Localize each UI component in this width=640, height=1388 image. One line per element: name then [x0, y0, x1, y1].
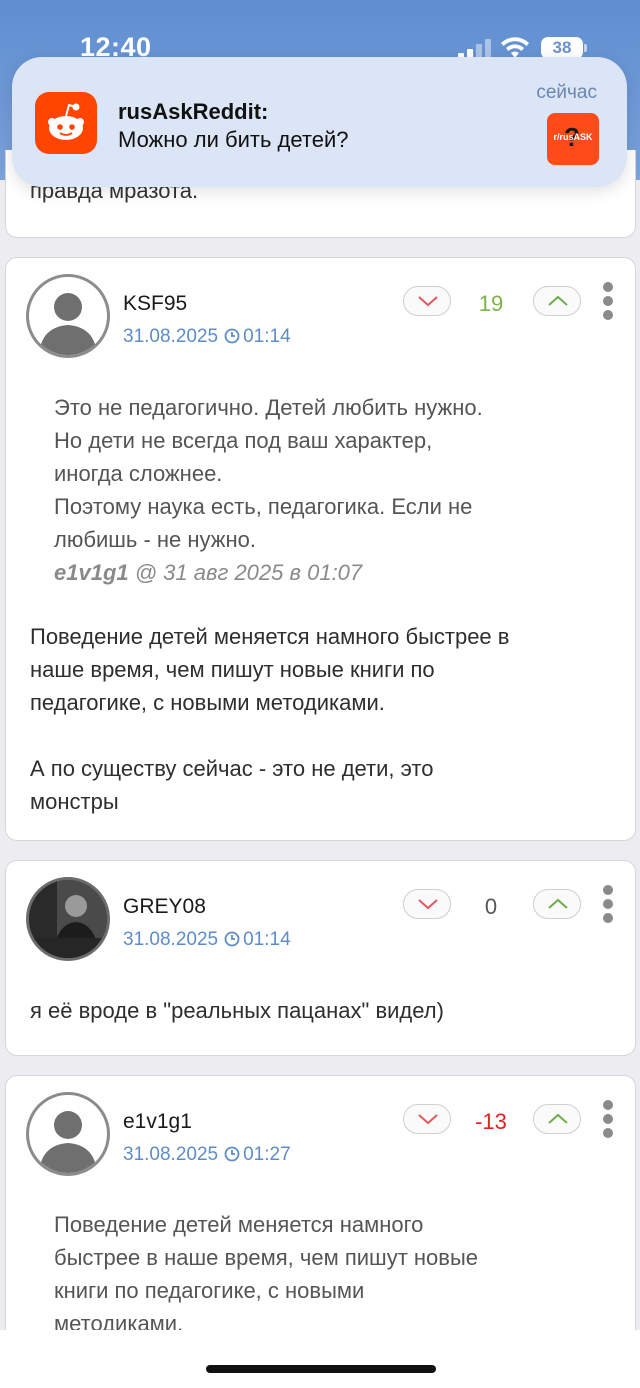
- chevron-up-icon: [548, 1113, 568, 1124]
- upvote-button[interactable]: [533, 889, 581, 919]
- quoted-comment: Это не педагогично. Детей любить нужно. …: [54, 391, 614, 589]
- comment-username[interactable]: GREY08: [123, 895, 206, 919]
- notification-time: сейчас: [536, 82, 597, 103]
- subreddit-thumbnail-label: r/rusASK: [553, 132, 593, 142]
- comment-timestamp[interactable]: 31.08.2025 01:27: [123, 1144, 291, 1166]
- vote-score: 0: [484, 894, 498, 919]
- upvote-button[interactable]: [533, 1104, 581, 1134]
- comment-date: 31.08.2025: [123, 1144, 219, 1165]
- comment-username[interactable]: e1v1g1: [123, 1110, 192, 1134]
- comment-text-line: наше время, чем пишут новые книги по: [30, 657, 435, 682]
- battery-indicator: 38: [541, 37, 583, 59]
- comment-text-line: [30, 719, 620, 752]
- comment-body: Поведение детей меняется намного быстрее…: [30, 620, 620, 818]
- notification-app-name: rusAskReddit:: [118, 99, 269, 124]
- quote-line: Но дети не всегда под ваш характер,: [54, 428, 433, 453]
- comment-time: 01:14: [243, 326, 291, 347]
- comment-timestamp[interactable]: 31.08.2025 01:14: [123, 326, 291, 348]
- quote-line: книги по педагогике, с новыми: [54, 1278, 365, 1303]
- comment-card: GREY08 31.08.2025 01:14 0 я её вроде в "р…: [5, 860, 636, 1056]
- downvote-button[interactable]: [403, 1104, 451, 1134]
- subreddit-thumbnail: ? r/rusASK: [547, 113, 599, 165]
- push-notification[interactable]: rusAskReddit: Можно ли бить детей? сейча…: [12, 57, 627, 187]
- comment-text-line: Поведение детей меняется намного быстрее…: [30, 624, 510, 649]
- quote-author: e1v1g1: [54, 560, 129, 585]
- chevron-down-icon: [418, 899, 438, 910]
- comment-time: 01:27: [243, 1144, 291, 1165]
- quote-meta: @ 31 авг 2025 в 01:07: [128, 560, 363, 585]
- vote-score: -13: [475, 1109, 507, 1134]
- comment-text-line: монстры: [30, 789, 119, 814]
- battery-tip: [584, 44, 587, 52]
- comment-username[interactable]: KSF95: [123, 292, 187, 316]
- comment-date: 31.08.2025: [123, 326, 219, 347]
- reddit-icon: [35, 92, 97, 154]
- home-indicator[interactable]: [206, 1365, 436, 1373]
- user-photo-avatar[interactable]: [26, 877, 110, 961]
- chevron-up-icon: [548, 295, 568, 306]
- quote-line: быстрее в наше время, чем пишут новые: [54, 1245, 479, 1270]
- chevron-down-icon: [418, 296, 438, 307]
- kebab-menu-icon[interactable]: [602, 885, 614, 923]
- kebab-menu-icon[interactable]: [602, 282, 614, 320]
- bottom-safe-area: [0, 1330, 640, 1388]
- comment-date: 31.08.2025: [123, 929, 219, 950]
- upvote-button[interactable]: [533, 286, 581, 316]
- kebab-menu-icon[interactable]: [602, 1100, 614, 1138]
- comment-text-line: я её вроде в "реальных пацанах" видел): [30, 998, 444, 1023]
- chevron-up-icon: [548, 898, 568, 909]
- comment-body: я её вроде в "реальных пацанах" видел): [30, 994, 620, 1027]
- default-avatar-icon[interactable]: [26, 1092, 110, 1176]
- comment-time: 01:14: [243, 929, 291, 950]
- quote-line: любишь - не нужно.: [54, 527, 256, 552]
- downvote-button[interactable]: [403, 889, 451, 919]
- clock-icon: [224, 931, 240, 947]
- chevron-down-icon: [418, 1114, 438, 1125]
- quote-line: Это не педагогично. Детей любить нужно.: [54, 395, 483, 420]
- clock-icon: [224, 1146, 240, 1162]
- comment-text-line: педагогике, с новыми методиками.: [30, 690, 385, 715]
- downvote-button[interactable]: [403, 286, 451, 316]
- quote-line: Поэтому наука есть, педагогика. Если не: [54, 494, 473, 519]
- comment-text-line: А по существу сейчас - это не дети, это: [30, 756, 434, 781]
- quote-line: Поведение детей меняется намного: [54, 1212, 424, 1237]
- comment-timestamp[interactable]: 31.08.2025 01:14: [123, 929, 291, 951]
- quote-attribution[interactable]: e1v1g1 @ 31 авг 2025 в 01:07: [54, 556, 614, 589]
- clock-icon: [224, 328, 240, 344]
- comment-card: KSF95 31.08.2025 01:14 19 Это не педагоги…: [5, 257, 636, 841]
- quoted-comment: Поведение детей меняется намного быстрее…: [54, 1208, 614, 1340]
- default-avatar-icon[interactable]: [26, 274, 110, 358]
- notification-message: Можно ли бить детей?: [118, 127, 349, 152]
- vote-score: 19: [478, 291, 504, 316]
- quote-line: иногда сложнее.: [54, 461, 223, 486]
